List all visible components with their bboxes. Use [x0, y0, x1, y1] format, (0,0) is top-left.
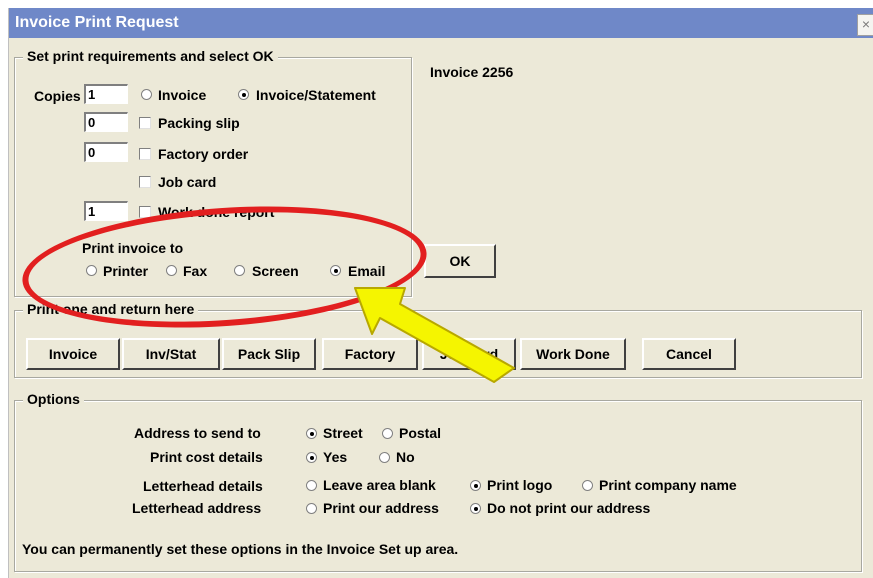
print-job-card-button[interactable]: Job card — [422, 338, 516, 370]
options-legend: Options — [23, 391, 84, 407]
letterhead-details-label: Letterhead details — [143, 478, 263, 494]
screen-label: Screen — [252, 263, 299, 279]
work-done-checkbox[interactable] — [139, 206, 151, 218]
printer-label: Printer — [103, 263, 149, 279]
print-company-name-radio[interactable] — [582, 480, 593, 491]
packing-slip-checkbox[interactable] — [139, 117, 151, 129]
cost-yes-label: Yes — [323, 449, 348, 465]
print-our-address-radio[interactable] — [306, 503, 317, 514]
leave-blank-label: Leave area blank — [323, 477, 436, 493]
address-to-send-label: Address to send to — [134, 425, 261, 441]
print-logo-radio[interactable] — [470, 480, 481, 491]
job-card-label: Job card — [158, 174, 217, 190]
invoice-radio-label: Invoice — [158, 87, 207, 103]
title-bar: Invoice Print Request × — [9, 8, 873, 38]
factory-order-checkbox[interactable] — [139, 148, 151, 160]
invoice-number-text: Invoice 2256 — [430, 64, 514, 80]
packing-slip-label: Packing slip — [158, 115, 240, 131]
invoice-copies-field[interactable]: 1 — [84, 84, 128, 104]
print-one-legend: Print one and return here — [23, 301, 199, 317]
print-factory-button[interactable]: Factory — [322, 338, 418, 370]
job-card-checkbox[interactable] — [139, 176, 151, 188]
email-radio[interactable] — [330, 265, 341, 276]
print-our-address-label: Print our address — [323, 500, 439, 516]
postal-label: Postal — [399, 425, 442, 441]
close-button[interactable]: × — [857, 14, 873, 36]
print-work-done-button[interactable]: Work Done — [520, 338, 626, 370]
email-label: Email — [348, 263, 386, 279]
cost-no-radio[interactable] — [379, 452, 390, 463]
postal-radio[interactable] — [382, 428, 393, 439]
cost-no-label: No — [396, 449, 415, 465]
cost-yes-radio[interactable] — [306, 452, 317, 463]
street-radio[interactable] — [306, 428, 317, 439]
work-done-label: Work done report — [158, 204, 275, 220]
fax-radio[interactable] — [166, 265, 177, 276]
invoice-statement-radio[interactable] — [238, 89, 249, 100]
leave-blank-radio[interactable] — [306, 480, 317, 491]
print-pack-slip-button[interactable]: Pack Slip — [222, 338, 316, 370]
close-icon: × — [861, 16, 871, 32]
invoice-radio[interactable] — [141, 89, 152, 100]
packing-slip-copies-field[interactable]: 0 — [84, 112, 128, 132]
copies-label: Copies — [34, 88, 81, 104]
print-requirements-legend: Set print requirements and select OK — [23, 48, 278, 64]
cancel-button[interactable]: Cancel — [642, 338, 736, 370]
print-inv-stat-button[interactable]: Inv/Stat — [122, 338, 220, 370]
print-invoice-button[interactable]: Invoice — [26, 338, 120, 370]
print-logo-label: Print logo — [487, 477, 553, 493]
factory-order-copies-field[interactable]: 0 — [84, 142, 128, 162]
print-cost-details-label: Print cost details — [150, 449, 263, 465]
window-title: Invoice Print Request — [15, 14, 179, 31]
invoice-statement-radio-label: Invoice/Statement — [256, 87, 376, 103]
do-not-print-address-label: Do not print our address — [487, 500, 651, 516]
printer-radio[interactable] — [86, 265, 97, 276]
print-invoice-to-label: Print invoice to — [82, 240, 184, 256]
print-company-name-label: Print company name — [599, 477, 737, 493]
screen-radio[interactable] — [234, 265, 245, 276]
options-footer-note: You can permanently set these options in… — [22, 541, 459, 557]
factory-order-label: Factory order — [158, 146, 249, 162]
fax-label: Fax — [183, 263, 208, 279]
work-done-copies-field[interactable]: 1 — [84, 201, 128, 221]
street-label: Street — [323, 425, 363, 441]
letterhead-address-label: Letterhead address — [132, 500, 262, 516]
ok-button[interactable]: OK — [424, 244, 496, 278]
do-not-print-address-radio[interactable] — [470, 503, 481, 514]
